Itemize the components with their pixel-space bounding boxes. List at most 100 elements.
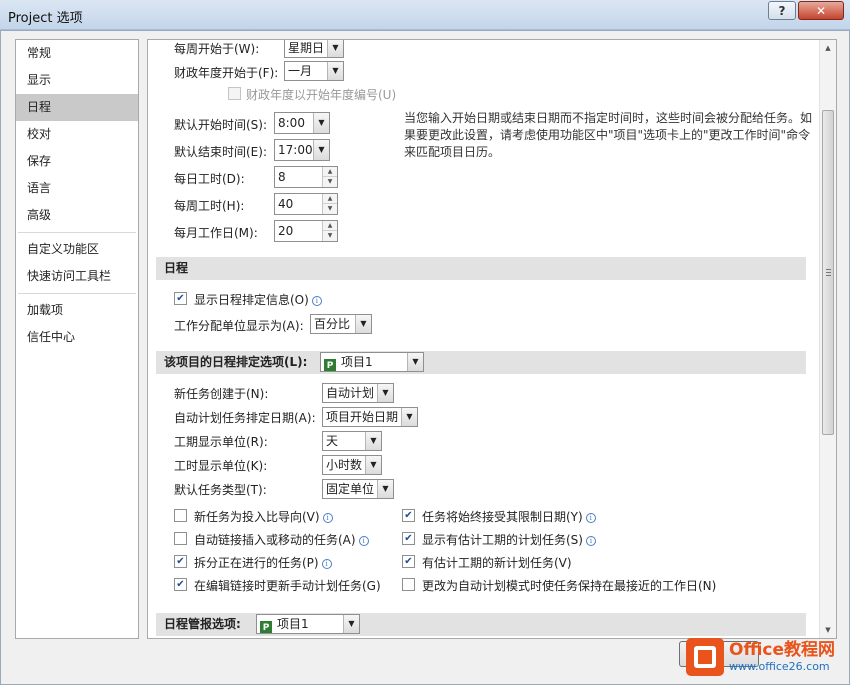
assignment-units-label: 工作分配单位显示为(A): (174, 317, 304, 334)
time-assignment-note: 当您输入开始日期或结束日期而不指定时间时，这些时间会被分配给任务。如果要更改此设… (404, 110, 814, 161)
hours-per-day-value: 8 (278, 170, 286, 184)
default-end-value: 17:00 (278, 143, 313, 157)
scrollbar-thumb[interactable] (822, 110, 834, 435)
task-type-select[interactable]: 固定单位 ▼ (322, 479, 394, 499)
split-tasks-row: 拆分正在进行的任务(P)i (194, 554, 332, 571)
week-start-value: 星期日 (288, 41, 324, 55)
watermark-brand: Office教程网 (729, 641, 835, 660)
show-messages-checkbox[interactable]: ✔ (174, 292, 187, 305)
days-per-month-label: 每月工作日(M): (174, 224, 258, 241)
window-title: Project 选项 (8, 7, 83, 26)
hours-per-day-stepper[interactable]: 8 ▲▼ (274, 166, 338, 188)
hours-per-day-label: 每日工时(D): (174, 170, 245, 187)
days-per-month-value: 20 (278, 224, 293, 238)
sidebar-item-trust-center[interactable]: 信任中心 (16, 324, 138, 351)
split-tasks-checkbox[interactable]: ✔ (174, 555, 187, 568)
hours-per-week-value: 40 (278, 197, 293, 211)
show-estimated-label: 显示有估计工期的计划任务(S) (422, 533, 583, 547)
default-end-select[interactable]: 17:00 ▼ (274, 139, 330, 161)
scroll-up-icon[interactable]: ▲ (820, 40, 836, 56)
close-button[interactable]: ✕ (798, 1, 844, 20)
stepper-buttons[interactable]: ▲▼ (322, 167, 337, 187)
sidebar-item-quick-access[interactable]: 快速访问工具栏 (16, 263, 138, 290)
work-unit-value: 小时数 (326, 458, 362, 472)
stepper-buttons[interactable]: ▲▼ (322, 194, 337, 214)
watermark: Office教程网 www.office26.com (686, 633, 846, 681)
autolink-checkbox[interactable] (174, 532, 187, 545)
alerts-header: 日程管报选项: (164, 617, 241, 631)
work-unit-select[interactable]: 小时数 ▼ (322, 455, 382, 475)
default-start-value: 8:00 (278, 116, 305, 130)
sidebar-item-schedule[interactable]: 日程 (16, 94, 138, 121)
auto-date-select[interactable]: 项目开始日期 ▼ (322, 407, 418, 427)
sidebar-item-customize-ribbon[interactable]: 自定义功能区 (16, 236, 138, 263)
grip-line (826, 275, 831, 276)
sidebar-item-language[interactable]: 语言 (16, 175, 138, 202)
effort-driven-checkbox[interactable] (174, 509, 187, 522)
new-tasks-select[interactable]: 自动计划 ▼ (322, 383, 394, 403)
sidebar-item-advanced[interactable]: 高级 (16, 202, 138, 229)
default-start-select[interactable]: 8:00 ▼ (274, 112, 330, 134)
show-messages-label: 显示日程排定信息(O) (194, 293, 309, 307)
help-button[interactable]: ? (768, 1, 796, 20)
dialog-body: 常规 显示 日程 校对 保存 语言 高级 自定义功能区 快速访问工具栏 加载项 … (0, 30, 850, 685)
sidebar-item-proofing[interactable]: 校对 (16, 121, 138, 148)
grip-line (826, 272, 831, 273)
options-scroll-area: 每周开始于(W): 星期日 ▼ 财政年度开始于(F): 一月 ▼ 财政年度以开始… (148, 40, 820, 638)
watermark-url: www.office26.com (729, 660, 835, 673)
arrow-down-icon[interactable]: ▼ (323, 231, 337, 241)
stepper-buttons[interactable]: ▲▼ (322, 221, 337, 241)
project-select[interactable]: P项目1 ▼ (320, 352, 424, 372)
update-manual-checkbox[interactable]: ✔ (174, 578, 187, 591)
hours-per-week-label: 每周工时(H): (174, 197, 244, 214)
chevron-down-icon: ▼ (313, 140, 329, 160)
sidebar-item-save[interactable]: 保存 (16, 148, 138, 175)
fiscal-numbering-checkbox[interactable] (228, 87, 241, 100)
sidebar-item-addins[interactable]: 加载项 (16, 297, 138, 324)
vertical-scrollbar[interactable]: ▲ ▼ (819, 40, 836, 638)
effort-driven-row: 新任务为投入比导向(V)i (194, 508, 333, 525)
fiscal-start-select[interactable]: 一月 ▼ (284, 61, 344, 81)
fiscal-numbering-label: 财政年度以开始年度编号(U) (246, 86, 396, 103)
alerts-project-select[interactable]: P项目1 ▼ (256, 614, 360, 634)
project-file-icon: P (260, 621, 272, 634)
project-value: 项目1 (341, 355, 373, 369)
watermark-text: Office教程网 www.office26.com (729, 641, 835, 673)
hours-per-week-stepper[interactable]: 40 ▲▼ (274, 193, 338, 215)
arrow-down-icon[interactable]: ▼ (323, 177, 337, 187)
fiscal-start-label: 财政年度开始于(F): (174, 64, 278, 81)
info-icon: i (323, 513, 333, 523)
week-start-select[interactable]: 星期日 ▼ (284, 40, 344, 58)
autolink-label: 自动链接插入或移动的任务(A) (194, 533, 356, 547)
autolink-row: 自动链接插入或移动的任务(A)i (194, 531, 369, 548)
sidebar-item-display[interactable]: 显示 (16, 67, 138, 94)
arrow-down-icon[interactable]: ▼ (323, 204, 337, 214)
sidebar-item-general[interactable]: 常规 (16, 40, 138, 67)
info-icon: i (359, 536, 369, 546)
duration-unit-label: 工期显示单位(R): (174, 433, 268, 450)
fiscal-start-value: 一月 (288, 64, 312, 78)
sidebar-nav: 常规 显示 日程 校对 保存 语言 高级 自定义功能区 快速访问工具栏 加载项 … (15, 39, 139, 639)
show-estimated-checkbox[interactable]: ✔ (402, 532, 415, 545)
default-end-label: 默认结束时间(E): (174, 143, 267, 160)
split-tasks-label: 拆分正在进行的任务(P) (194, 556, 319, 570)
new-estimated-checkbox[interactable]: ✔ (402, 555, 415, 568)
show-messages-row: 显示日程排定信息(O)i (194, 291, 322, 308)
duration-unit-select[interactable]: 天 ▼ (322, 431, 382, 451)
new-estimated-label: 有估计工期的新计划任务(V) (422, 554, 572, 571)
chevron-down-icon: ▼ (327, 40, 343, 57)
new-tasks-label: 新任务创建于(N): (174, 385, 268, 402)
task-type-value: 固定单位 (326, 482, 374, 496)
title-bar: Project 选项 ? ✕ (0, 0, 850, 30)
chevron-down-icon: ▼ (355, 315, 371, 333)
new-tasks-value: 自动计划 (326, 386, 374, 400)
days-per-month-stepper[interactable]: 20 ▲▼ (274, 220, 338, 242)
keep-nearest-workday-checkbox[interactable] (402, 578, 415, 591)
honor-constraints-checkbox[interactable]: ✔ (402, 509, 415, 522)
chevron-down-icon: ▼ (377, 384, 393, 402)
honor-constraints-row: 任务将始终接受其限制日期(Y)i (422, 508, 596, 525)
assignment-units-select[interactable]: 百分比 ▼ (310, 314, 372, 334)
grip-line (826, 269, 831, 270)
duration-unit-value: 天 (326, 434, 338, 448)
keep-nearest-workday-label: 更改为自动计划模式时使任务保持在最接近的工作日(N) (422, 577, 716, 594)
